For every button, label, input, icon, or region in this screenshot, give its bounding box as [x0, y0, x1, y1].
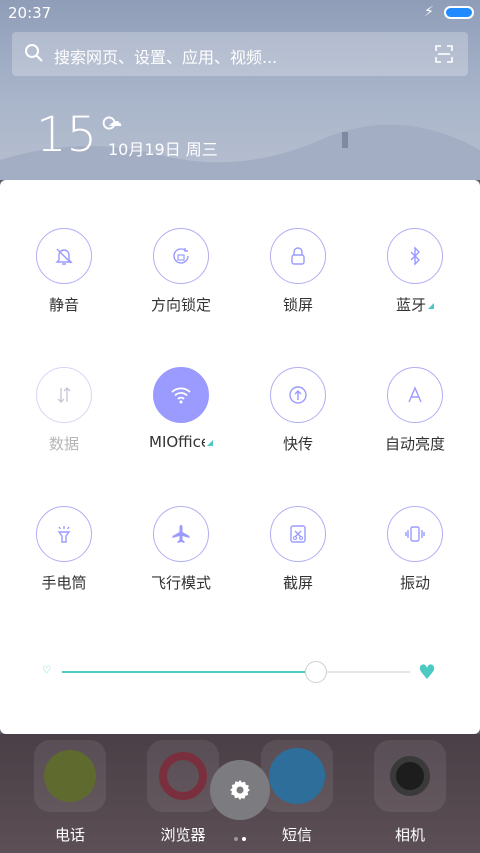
app-label: 浏览器 — [160, 826, 206, 844]
status-bar: 20:37 ⚡ — [0, 0, 480, 26]
wifi-network-name: MIOffice — [149, 433, 205, 451]
app-label: 相机 — [394, 826, 425, 844]
search-placeholder: 搜索网页、设置、应用、视频... — [54, 48, 278, 67]
gear-icon — [230, 780, 250, 800]
toggle-screenshot[interactable]: 截屏 — [239, 506, 357, 616]
phone-app-icon — [34, 740, 106, 812]
flashlight-icon — [36, 506, 92, 562]
search-icon — [25, 44, 43, 62]
upload-icon — [270, 367, 326, 423]
toggle-label: 锁屏 — [282, 296, 313, 314]
battery-icon — [444, 6, 474, 19]
mute-bell-icon — [36, 228, 92, 284]
app-label: 电话 — [54, 826, 85, 844]
camera-app-icon — [374, 740, 446, 812]
toggle-label-text: 蓝牙 — [395, 296, 426, 314]
auto-brightness-icon — [387, 367, 443, 423]
toggle-bluetooth[interactable]: 蓝牙 — [356, 228, 474, 338]
toggle-rotation-lock[interactable]: 方向锁定 — [122, 228, 240, 338]
bluetooth-icon — [387, 228, 443, 284]
toggle-label: 自动亮度 — [384, 435, 445, 453]
date-label: 10月19日 周三 — [108, 140, 218, 159]
brightness-track-filled — [62, 671, 317, 673]
toggle-mute[interactable]: 静音 — [5, 228, 123, 338]
expand-indicator-icon — [428, 303, 434, 309]
brightness-thumb[interactable] — [305, 661, 328, 683]
toggle-wifi[interactable]: MIOffice — [122, 367, 240, 477]
charging-icon: ⚡ — [424, 4, 434, 20]
browser-app-icon — [147, 740, 219, 812]
toggle-vibrate[interactable]: 振动 — [356, 506, 474, 616]
page-indicator — [232, 826, 248, 845]
clock: 20:37 — [8, 4, 52, 22]
toggle-flashlight[interactable]: 手电筒 — [5, 506, 123, 616]
brightness-high-icon: ♥ — [418, 660, 436, 684]
toggle-airplane-mode[interactable]: 飞行模式 — [122, 506, 240, 616]
lock-icon — [270, 228, 326, 284]
toggle-label: 数据 — [48, 435, 79, 453]
toggle-mobile-data[interactable]: 数据 — [5, 367, 123, 477]
page-dot — [234, 837, 238, 841]
toggle-label: 静音 — [48, 296, 79, 314]
messages-app-icon — [261, 740, 333, 812]
brightness-slider[interactable]: ♡ ♥ — [40, 660, 440, 684]
screenshot-icon — [270, 506, 326, 562]
vibrate-icon — [387, 506, 443, 562]
toggle-label: 方向锁定 — [150, 296, 211, 314]
haze-icon: ☁ — [108, 114, 122, 130]
toggle-label: 振动 — [399, 574, 430, 592]
page-dot-active — [242, 837, 246, 841]
data-arrows-icon — [36, 367, 92, 423]
scan-icon[interactable] — [434, 44, 454, 64]
toggle-auto-brightness[interactable]: 自动亮度 — [356, 367, 474, 477]
expand-indicator-icon — [207, 440, 213, 446]
dock-app-phone[interactable]: 电话 — [20, 740, 120, 845]
toggle-label: 截屏 — [282, 574, 313, 592]
wifi-icon — [153, 367, 209, 423]
quick-settings-panel: 静音 方向锁定 锁屏 蓝牙 数据 MIOffice 快传 自动亮度 手电筒 飞行… — [0, 180, 480, 734]
toggle-label: 飞行模式 — [150, 574, 211, 592]
rotation-lock-icon — [153, 228, 209, 284]
toggle-label: 快传 — [282, 435, 313, 453]
brightness-low-icon: ♡ — [42, 665, 51, 676]
toggle-lock-screen[interactable]: 锁屏 — [239, 228, 357, 338]
dock-app-camera[interactable]: 相机 — [360, 740, 460, 845]
toggle-label: 蓝牙 — [356, 294, 474, 315]
airplane-icon — [153, 506, 209, 562]
toggle-quick-transfer[interactable]: 快传 — [239, 367, 357, 477]
settings-button[interactable] — [210, 760, 270, 820]
toggle-label: 手电筒 — [41, 574, 87, 592]
app-label: 短信 — [281, 826, 312, 844]
toggle-label: MIOffice — [122, 433, 240, 451]
search-bar[interactable]: 搜索网页、设置、应用、视频... — [12, 32, 468, 76]
brightness-track-empty — [326, 671, 410, 673]
